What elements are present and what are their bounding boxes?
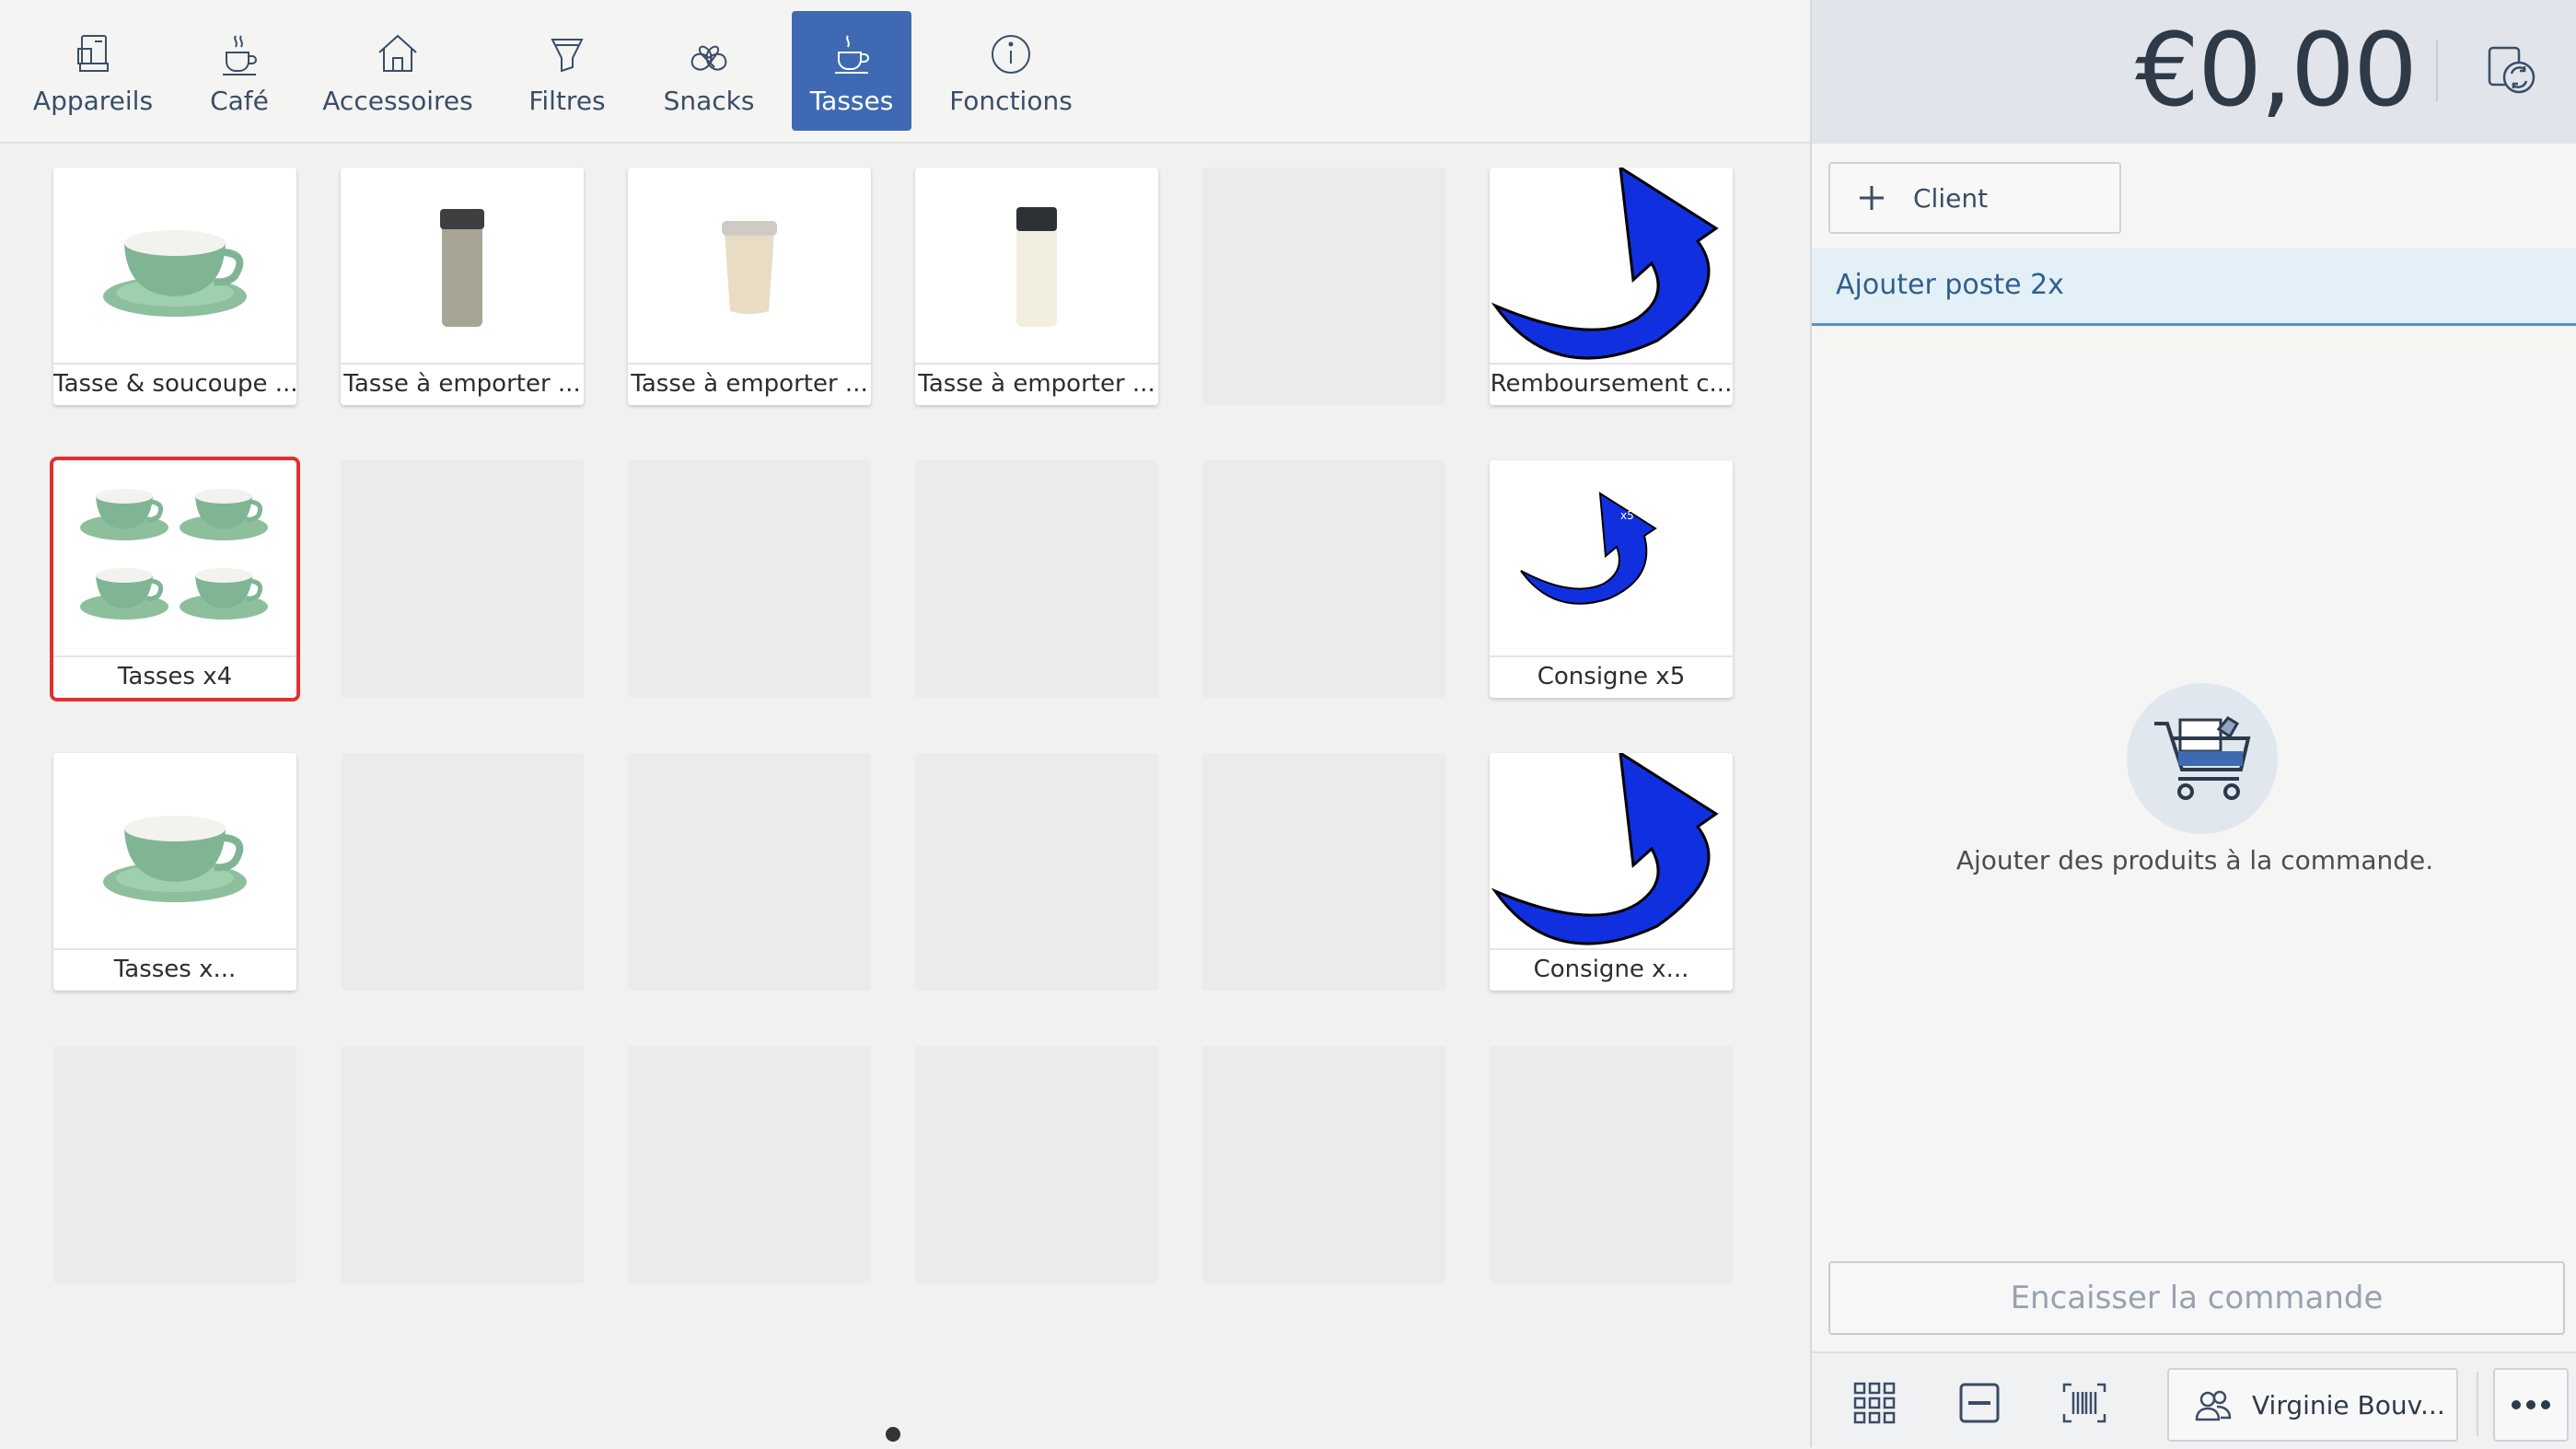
order-panel: €0,00 Client Ajouter poste 2x Ajouter de… bbox=[1810, 0, 2576, 1449]
cup-icon bbox=[835, 35, 869, 74]
user-button[interactable]: Virginie Bouv... bbox=[2167, 1368, 2458, 1442]
empty-slot bbox=[915, 1046, 1158, 1283]
empty-slot bbox=[1490, 1046, 1733, 1283]
order-total: €0,00 bbox=[2135, 11, 2418, 129]
travel-cup-image bbox=[722, 221, 777, 314]
switch-register-icon[interactable] bbox=[2482, 41, 2541, 99]
coffee-cup-icon bbox=[223, 35, 257, 75]
product-tile-tasse-emporter-1[interactable]: Tasse à emporter ... bbox=[341, 168, 584, 405]
category-tab-bar: Appareils Café Accessoires Filtres Snack… bbox=[0, 0, 1810, 144]
travel-bottle-image bbox=[1016, 207, 1057, 327]
order-toolbar: Virginie Bouv... bbox=[1812, 1351, 2576, 1449]
divider bbox=[2477, 1372, 2478, 1436]
total-bar: €0,00 bbox=[1812, 0, 2576, 144]
tab-filtres[interactable]: Filtres bbox=[516, 11, 619, 131]
empty-slot bbox=[53, 1046, 296, 1283]
grid-icon bbox=[1853, 1382, 1896, 1424]
empty-slot bbox=[1202, 460, 1445, 698]
empty-order-message: Ajouter des produits à la commande. bbox=[1955, 845, 2434, 875]
product-tile-remboursement[interactable]: Remboursement c... bbox=[1490, 168, 1733, 405]
more-options-button[interactable] bbox=[2493, 1368, 2569, 1442]
tab-appareils[interactable]: Appareils bbox=[17, 11, 169, 131]
house-icon bbox=[378, 34, 417, 72]
barcode-icon bbox=[2062, 1383, 2106, 1423]
empty-slot bbox=[915, 753, 1158, 991]
product-tile-consigne-x5[interactable]: x5 Consigne x5 bbox=[1490, 460, 1733, 698]
product-area: Appareils Café Accessoires Filtres Snack… bbox=[0, 0, 1810, 1447]
remove-item-button[interactable] bbox=[1952, 1375, 2007, 1431]
product-tile-consigne-x[interactable]: Consigne x... bbox=[1490, 753, 1733, 991]
users-icon bbox=[2195, 1390, 2232, 1421]
checkout-button[interactable]: Encaisser la commande bbox=[1828, 1261, 2565, 1335]
info-icon bbox=[992, 35, 1030, 74]
tab-cafe[interactable]: Café bbox=[197, 11, 282, 131]
tab-accessoires[interactable]: Accessoires bbox=[322, 11, 473, 131]
empty-slot bbox=[341, 753, 584, 991]
product-tile-tasses-x4[interactable]: Tasses x4 bbox=[50, 457, 300, 701]
shopping-cart-icon bbox=[2154, 716, 2251, 800]
coffee-machine-icon bbox=[77, 35, 109, 72]
page-indicator-dot[interactable] bbox=[886, 1427, 900, 1442]
empty-slot bbox=[628, 753, 871, 991]
add-item-notice: Ajouter poste 2x bbox=[1812, 249, 2576, 326]
tab-tasses[interactable]: Tasses bbox=[792, 11, 911, 131]
minus-box-icon bbox=[1959, 1383, 2000, 1423]
tab-fonctions[interactable]: Fonctions bbox=[948, 11, 1073, 131]
product-tile-tasse-emporter-3[interactable]: Tasse à emporter ... bbox=[915, 168, 1158, 405]
empty-slot bbox=[341, 460, 584, 698]
blue-return-arrow-image bbox=[1491, 753, 1719, 945]
empty-cart-illustration bbox=[2127, 683, 2278, 834]
pretzel-icon bbox=[690, 45, 727, 71]
barcode-scan-button[interactable] bbox=[2057, 1375, 2112, 1431]
divider bbox=[2436, 41, 2438, 101]
consigne-badge: x5 bbox=[1620, 509, 1634, 522]
more-dots-icon bbox=[2512, 1400, 2550, 1409]
tab-snacks[interactable]: Snacks bbox=[656, 11, 762, 131]
four-cups-image bbox=[74, 476, 276, 642]
product-tile-tasses-x[interactable]: Tasses x... bbox=[53, 753, 296, 991]
cup-and-saucer-image bbox=[103, 230, 247, 317]
product-tile-tasse-soucoupe[interactable]: Tasse & soucoupe ... bbox=[53, 168, 296, 405]
empty-slot bbox=[628, 460, 871, 698]
plus-icon bbox=[1860, 186, 1884, 210]
blue-return-arrow-image: x5 bbox=[1520, 492, 1657, 605]
product-tile-tasse-emporter-2[interactable]: Tasse à emporter ... bbox=[628, 168, 871, 405]
blue-return-arrow-image bbox=[1491, 168, 1719, 360]
travel-tumbler-image bbox=[440, 209, 484, 327]
empty-slot bbox=[628, 1046, 871, 1283]
empty-slot bbox=[1202, 1046, 1445, 1283]
empty-slot bbox=[1202, 168, 1445, 405]
add-client-button[interactable]: Client bbox=[1828, 162, 2121, 234]
cup-and-saucer-image bbox=[103, 816, 247, 902]
filter-icon bbox=[551, 39, 584, 73]
empty-slot bbox=[341, 1046, 584, 1283]
grid-view-button[interactable] bbox=[1847, 1375, 1902, 1431]
empty-slot bbox=[915, 460, 1158, 698]
empty-slot bbox=[1202, 753, 1445, 991]
